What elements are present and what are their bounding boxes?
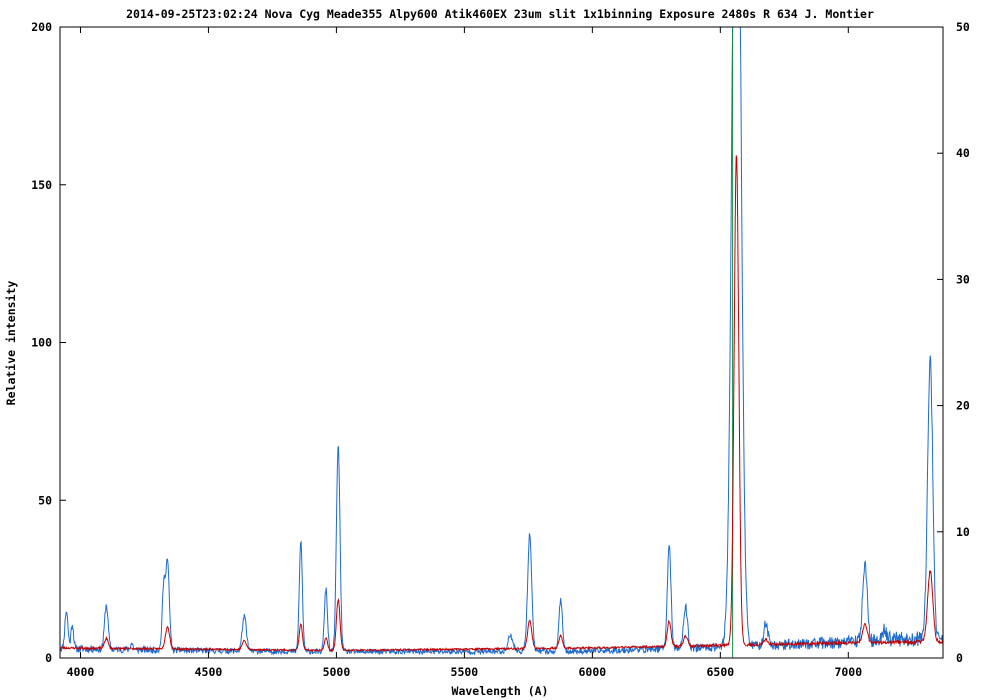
y2-tick-label: 0 <box>956 651 963 665</box>
x-tick-label: 5500 <box>451 665 479 679</box>
y2-tick-label: 30 <box>956 272 970 286</box>
x-tick-label: 6000 <box>579 665 607 679</box>
y2-tick-label: 40 <box>956 146 970 160</box>
y-axis-label: Relative intensity <box>4 281 18 406</box>
x-tick-label: 7000 <box>834 665 862 679</box>
y-tick-label: 200 <box>31 20 52 34</box>
y-tick-label: 50 <box>38 493 52 507</box>
x-tick-label: 6500 <box>706 665 734 679</box>
x-tick-label: 4500 <box>195 665 223 679</box>
y2-tick-label: 20 <box>956 399 970 413</box>
y-tick-label: 100 <box>31 336 52 350</box>
chart-background <box>0 0 1000 700</box>
y-tick-label: 0 <box>45 651 52 665</box>
chart-title: 2014-09-25T23:02:24 Nova Cyg Meade355 Al… <box>126 7 874 21</box>
y-tick-label: 150 <box>31 178 52 192</box>
spectrum-chart: 2014-09-25T23:02:24 Nova Cyg Meade355 Al… <box>0 0 1000 700</box>
x-tick-label: 4000 <box>67 665 95 679</box>
x-axis-label: Wavelength (A) <box>452 684 549 698</box>
y2-tick-label: 50 <box>956 20 970 34</box>
y2-tick-label: 10 <box>956 525 970 539</box>
x-tick-label: 5000 <box>323 665 351 679</box>
